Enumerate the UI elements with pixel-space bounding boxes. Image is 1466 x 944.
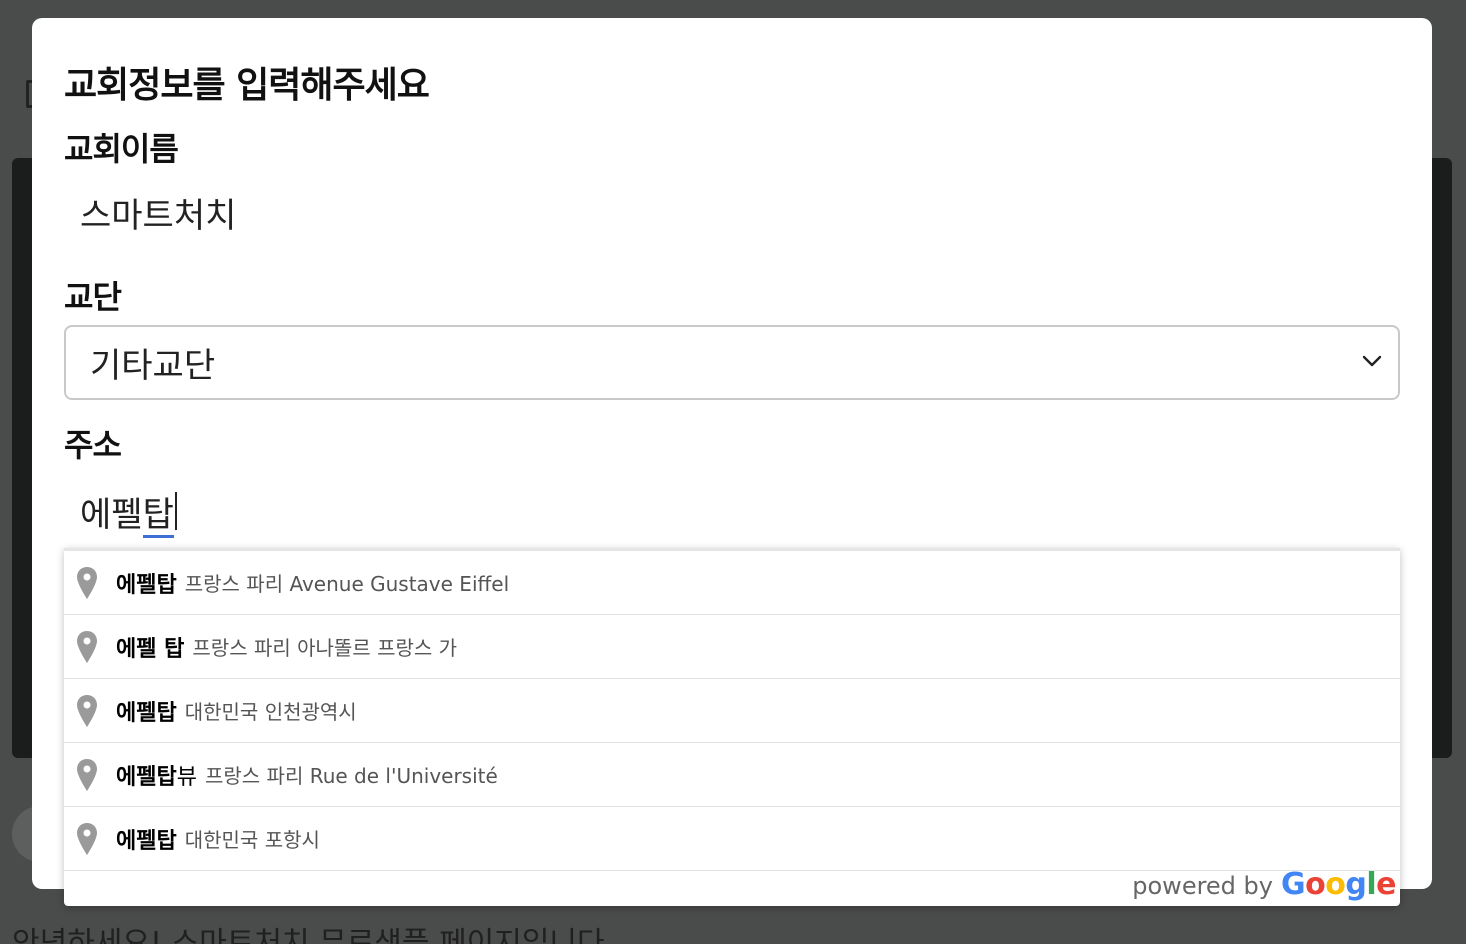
autocomplete-main-text: 에펠 탑	[116, 636, 185, 662]
autocomplete-item[interactable]: 에펠탑뷰 프랑스 파리 Rue de l'Université	[64, 743, 1400, 807]
autocomplete-item[interactable]: 에펠탑 프랑스 파리 Avenue Gustave Eiffel	[64, 551, 1400, 615]
church-name-input[interactable]	[64, 184, 1400, 240]
google-logo: Google	[1280, 867, 1397, 902]
autocomplete-secondary-text: 프랑스 파리 Rue de l'Université	[204, 764, 498, 788]
address-input-value: 에펠탑	[80, 487, 174, 538]
denomination-selected-value: 기타교단	[90, 346, 216, 386]
map-pin-icon	[77, 758, 97, 791]
page-intro-text: 안녕하세요! 스마트처치 무료샘플 페이지입니다	[12, 926, 605, 944]
address-input[interactable]: 에펠탑	[64, 480, 1400, 542]
address-autocomplete-dropdown: 에펠탑 프랑스 파리 Avenue Gustave Eiffel 에펠 탑 프랑…	[64, 548, 1400, 906]
autocomplete-main-text: 에펠탑	[116, 828, 177, 854]
autocomplete-secondary-text: 대한민국 포항시	[184, 828, 320, 852]
chevron-down-icon	[1362, 355, 1382, 367]
map-pin-icon	[77, 630, 97, 663]
map-pin-icon	[77, 822, 97, 855]
autocomplete-main-text: 에펠탑	[116, 700, 177, 726]
autocomplete-item[interactable]: 에펠 탑 프랑스 파리 아나똘르 프랑스 가	[64, 615, 1400, 679]
modal-title: 교회정보를 입력해주세요	[64, 65, 430, 106]
autocomplete-item[interactable]: 에펠탑 대한민국 포항시	[64, 807, 1400, 871]
autocomplete-secondary-text: 프랑스 파리 Avenue Gustave Eiffel	[184, 572, 510, 596]
autocomplete-secondary-text: 프랑스 파리 아나똘르 프랑스 가	[192, 636, 458, 660]
church-name-label: 교회이름	[64, 130, 179, 168]
address-label: 주소	[64, 426, 122, 464]
autocomplete-secondary-text: 대한민국 인천광역시	[184, 700, 357, 724]
map-pin-icon	[77, 566, 97, 599]
powered-by-text: powered by	[1132, 872, 1273, 900]
text-caret	[174, 492, 177, 530]
powered-by-google: powered by Google	[1132, 867, 1396, 902]
ime-composition-text: 탑	[142, 494, 174, 538]
map-pin-icon	[77, 694, 97, 727]
denomination-label: 교단	[64, 278, 122, 316]
denomination-select[interactable]: 기타교단	[64, 325, 1400, 400]
autocomplete-main-text: 에펠탑뷰	[116, 764, 197, 790]
autocomplete-item[interactable]: 에펠탑 대한민국 인천광역시	[64, 679, 1400, 743]
autocomplete-main-text: 에펠탑	[116, 572, 177, 598]
